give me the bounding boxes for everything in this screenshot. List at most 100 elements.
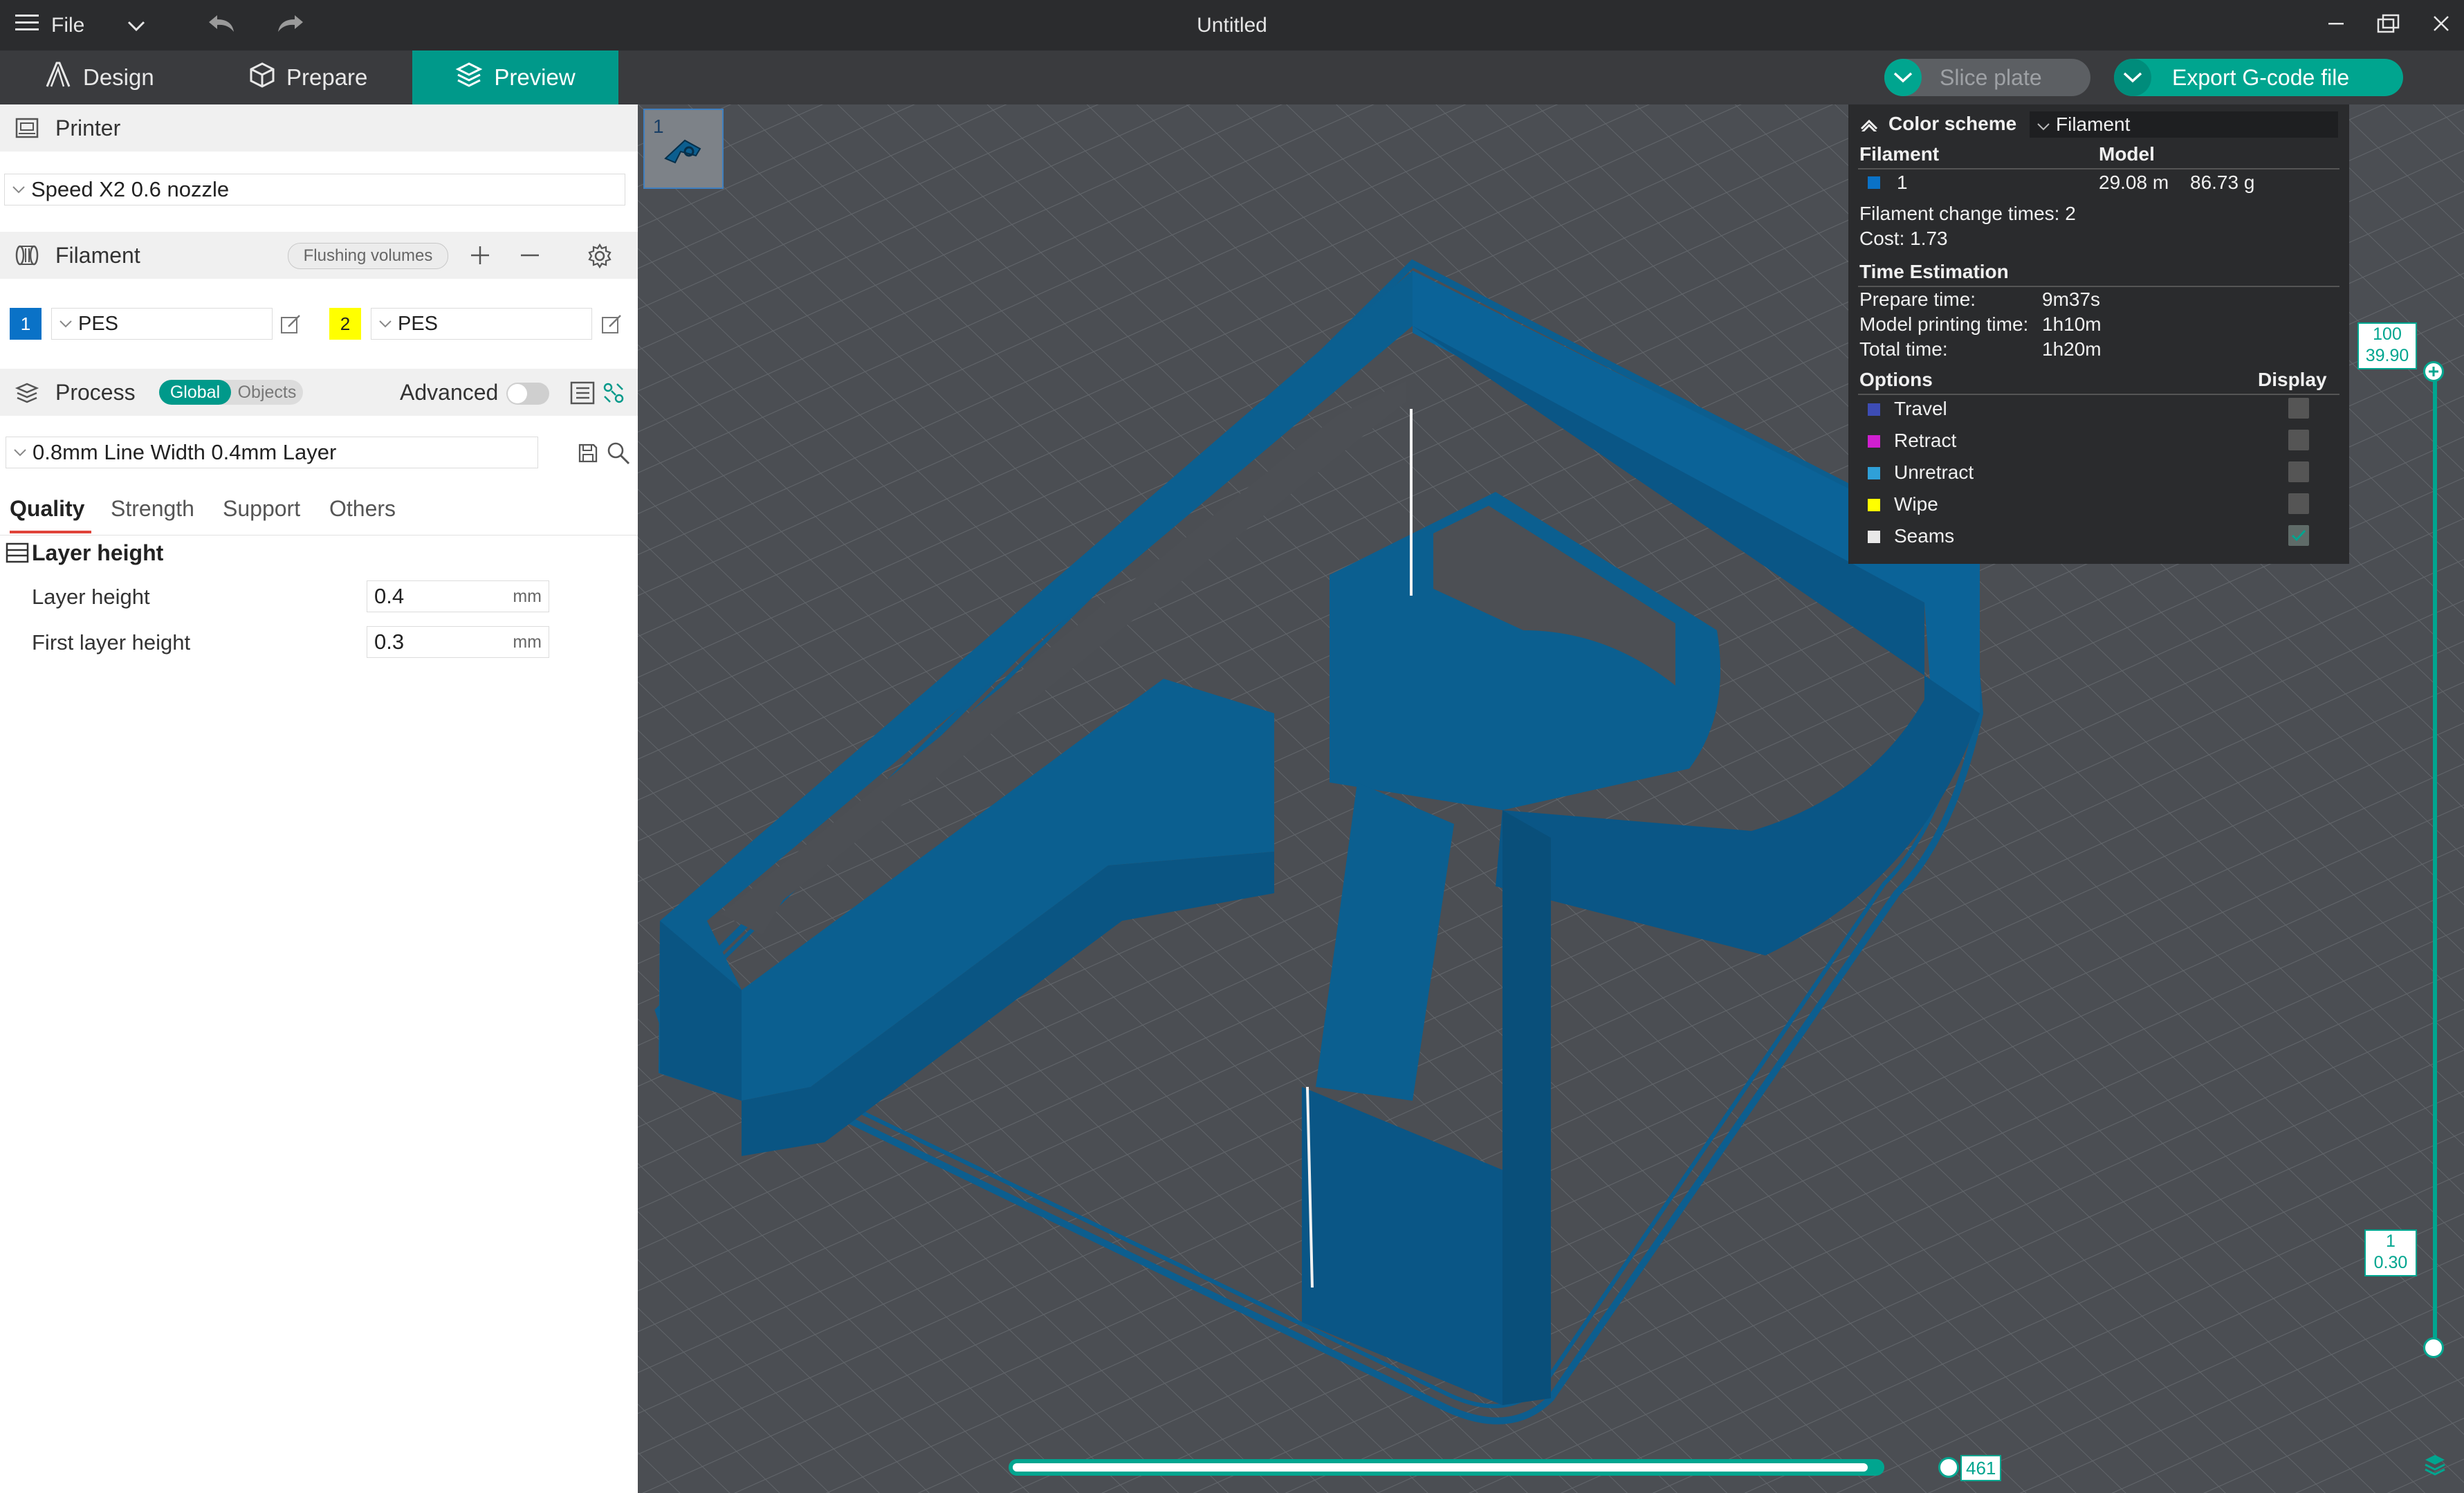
undo-icon[interactable] — [208, 12, 235, 39]
travel-swatch — [1868, 403, 1880, 416]
first-layer-height-input[interactable]: 0.3 mm — [367, 626, 549, 658]
compare-settings-icon[interactable] — [602, 381, 625, 410]
add-filament-icon[interactable] — [469, 244, 491, 272]
edit-filament-1-icon[interactable] — [279, 313, 302, 339]
process-preset-select[interactable]: 0.8mm Line Width 0.4mm Layer — [6, 437, 538, 468]
close-icon[interactable] — [2432, 15, 2450, 36]
tab-label: Design — [83, 64, 154, 90]
layer-bottom-label: 1 0.30 — [2364, 1229, 2417, 1276]
unretract-display-checkbox[interactable] — [2288, 461, 2309, 482]
printer-select[interactable]: Speed X2 0.6 nozzle — [4, 174, 625, 205]
travel-display-checkbox[interactable] — [2288, 398, 2309, 419]
edit-filament-2-icon[interactable] — [600, 313, 623, 339]
subtab-support[interactable]: Support — [223, 496, 300, 522]
first-layer-height-value: 0.3 — [374, 630, 405, 654]
filament-slot-1-select[interactable]: PES — [51, 308, 273, 340]
window-title: Untitled — [1197, 14, 1267, 37]
redo-icon[interactable] — [277, 12, 304, 39]
layer-slider-top-handle[interactable] — [2423, 361, 2444, 382]
option-retract-label: Retract — [1894, 430, 1957, 451]
gear-icon[interactable] — [587, 243, 613, 275]
prepare-time-value: 9m37s — [2042, 288, 2101, 310]
total-time-value: 1h20m — [2042, 338, 2102, 360]
color-scheme-label: Color scheme — [1888, 113, 2017, 134]
option-wipe-label: Wipe — [1894, 493, 1938, 515]
tab-preview[interactable]: Preview — [412, 51, 618, 104]
chevron-down-icon — [377, 320, 394, 328]
group-title: Layer height — [32, 540, 164, 565]
filament-slot-2-type: PES — [398, 312, 439, 335]
tab-design[interactable]: Design — [43, 51, 154, 104]
printer-section-header[interactable]: Printer — [0, 104, 638, 152]
file-menu[interactable]: File — [51, 14, 84, 37]
color-scheme-select[interactable]: Filament — [2030, 111, 2338, 138]
legend-divider — [1858, 168, 2339, 170]
subtab-others[interactable]: Others — [329, 496, 396, 522]
filament-section-header: Filament Flushing volumes — [0, 232, 638, 279]
slice-plate-button[interactable]: Slice plate — [1884, 59, 2090, 96]
filament-slot-1-type: PES — [78, 312, 119, 335]
objects-option[interactable]: Objects — [231, 383, 303, 403]
printer-icon — [12, 116, 42, 140]
layer-top-label: 100 39.90 — [2357, 322, 2417, 369]
plate-thumbnail[interactable]: 1 — [643, 109, 724, 189]
flushing-volumes-button[interactable]: Flushing volumes — [288, 243, 448, 269]
process-section-title: Process — [55, 379, 136, 405]
layer-slider-track[interactable] — [2433, 372, 2437, 1355]
wipe-swatch — [1868, 499, 1880, 511]
minimize-icon[interactable] — [2327, 15, 2345, 36]
subtab-strength[interactable]: Strength — [111, 496, 194, 522]
wipe-display-checkbox[interactable] — [2288, 493, 2309, 514]
layer-bottom-number: 1 — [2386, 1231, 2396, 1251]
layer-height-value: 0.4 — [374, 584, 405, 608]
subtab-quality[interactable]: Quality — [10, 496, 84, 522]
chevron-up-icon[interactable] — [1859, 114, 1879, 136]
remove-filament-icon[interactable] — [519, 244, 541, 272]
chevron-down-icon[interactable] — [2114, 59, 2151, 96]
chevron-down-icon — [57, 320, 74, 328]
advanced-label: Advanced — [400, 380, 499, 405]
filament-slot-2-badge[interactable]: 2 — [329, 308, 361, 340]
restore-icon[interactable] — [2377, 13, 2400, 37]
advanced-toggle[interactable] — [506, 383, 549, 405]
tab-prepare[interactable]: Prepare — [249, 51, 367, 104]
toggle-knob — [508, 384, 527, 403]
export-gcode-button[interactable]: Export G-code file — [2114, 59, 2403, 96]
unretract-swatch — [1868, 467, 1880, 479]
legend-divider — [1858, 286, 2339, 287]
printer-select-value: Speed X2 0.6 nozzle — [31, 177, 230, 201]
process-icon — [12, 381, 42, 404]
col-model-header: Model — [2099, 143, 2155, 165]
export-gcode-label: Export G-code file — [2172, 64, 2350, 90]
cube-icon — [249, 62, 275, 93]
layer-slider-bottom-handle[interactable] — [2423, 1337, 2444, 1358]
global-objects-toggle[interactable]: Global Objects — [159, 380, 303, 405]
title-bar: File Untitled — [0, 0, 2464, 51]
checkmark-icon — [2291, 529, 2306, 542]
seams-display-checkbox[interactable] — [2288, 525, 2309, 546]
chevron-down-icon[interactable] — [127, 14, 145, 37]
tab-label: Prepare — [286, 64, 368, 90]
move-slider-handle[interactable] — [1938, 1457, 1959, 1478]
first-layer-height-unit: mm — [513, 632, 542, 652]
hamburger-menu-icon[interactable] — [15, 12, 39, 39]
chevron-down-icon[interactable] — [1884, 59, 1922, 96]
list-view-icon[interactable] — [570, 381, 595, 410]
layer-top-height: 39.90 — [2365, 346, 2409, 365]
tab-label: Preview — [494, 64, 576, 90]
main-tab-bar: Design Prepare Preview Slice plate Expor… — [0, 51, 2464, 104]
search-icon[interactable] — [606, 441, 631, 469]
model-printing-time-value: 1h10m — [2042, 313, 2102, 335]
display-title: Display — [2258, 369, 2327, 390]
move-slider-fill — [1013, 1463, 1868, 1472]
layer-height-input[interactable]: 0.4 mm — [367, 580, 549, 612]
global-option[interactable]: Global — [159, 380, 231, 405]
legend-divider — [1858, 394, 2339, 395]
retract-display-checkbox[interactable] — [2288, 430, 2309, 450]
filament-slot-1-badge[interactable]: 1 — [10, 308, 42, 340]
save-preset-icon[interactable] — [577, 442, 599, 468]
move-slider-track[interactable] — [1009, 1459, 1884, 1476]
active-subtab-indicator — [10, 531, 91, 533]
layers-icon[interactable] — [2422, 1452, 2447, 1481]
filament-slot-2-select[interactable]: PES — [371, 308, 592, 340]
